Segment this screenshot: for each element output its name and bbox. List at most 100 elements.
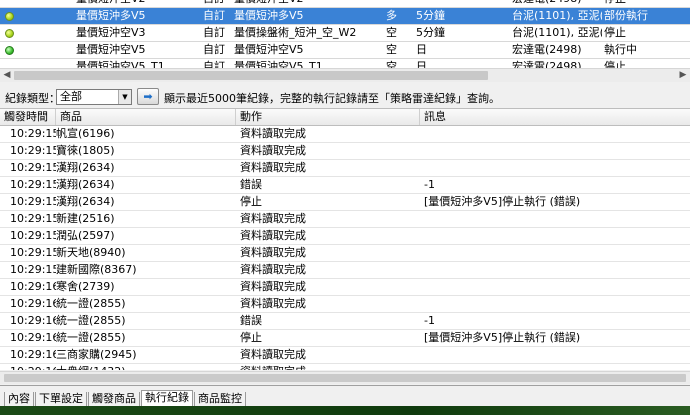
tab-0[interactable]: 內容 (4, 392, 34, 407)
log-action: 資料讀取完成 (240, 161, 306, 174)
strategy-name: 量價短沖空V3 (76, 26, 146, 39)
log-row[interactable]: 10:29:15 漢翔(2634) 停止 [量價短沖多V5]停止執行 (錯誤) (0, 194, 690, 211)
log-table-hscrollbar[interactable] (0, 371, 690, 384)
strategy-state: 部份執行 (604, 9, 648, 22)
execution-log-table: 觸發時間 商品 動作 訊息 10:29:15 帆宣(6196) 資料讀取完成 10:2… (0, 108, 690, 370)
column-header-message[interactable]: 訊息 (420, 109, 690, 125)
scroll-left-icon[interactable]: ◀ (0, 69, 14, 83)
strategy-script: 量價短沖多V5 (234, 9, 304, 22)
log-row[interactable]: 10:29:15 新建(2516) 資料讀取完成 (0, 211, 690, 228)
apply-filter-button[interactable]: ➡ (137, 88, 159, 105)
scrollbar-thumb[interactable] (4, 374, 686, 382)
log-product: 寒舍(2739) (56, 280, 115, 293)
strategy-table-hscrollbar[interactable]: ◀ ▶ (0, 68, 690, 82)
log-action: 資料讀取完成 (240, 246, 306, 259)
tab-2[interactable]: 觸發商品 (88, 392, 140, 407)
log-product: 帆宣(6196) (56, 127, 115, 140)
strategy-name: 量價短沖多V5 (76, 9, 146, 22)
log-row[interactable]: 10:29:16 統一證(2855) 停止 [量價短沖多V5]停止執行 (錯誤) (0, 330, 690, 347)
log-time: 10:29:15 (10, 246, 56, 259)
log-product: 統一證(2855) (56, 297, 126, 310)
log-row[interactable]: 10:29:15 新天地(8940) 資料讀取完成 (0, 245, 690, 262)
scrollbar-thumb[interactable] (14, 71, 488, 80)
column-header-action[interactable]: 動作 (236, 109, 420, 125)
log-row[interactable]: 10:29:15 潤弘(2597) 資料讀取完成 (0, 228, 690, 245)
strategy-direction: 空 (386, 60, 397, 68)
log-action: 資料讀取完成 (240, 212, 306, 225)
log-row[interactable]: 10:29:16 三商家購(2945) 資料讀取完成 (0, 347, 690, 364)
log-time: 10:29:16 (10, 348, 56, 361)
scroll-right-icon[interactable]: ▶ (676, 69, 690, 83)
log-row[interactable]: 10:29:15 寶徠(1805) 資料讀取完成 (0, 143, 690, 160)
log-action: 資料讀取完成 (240, 263, 306, 276)
log-product: 統一證(2855) (56, 331, 126, 344)
arrow-right-icon: ➡ (143, 90, 153, 103)
filter-label: 紀錄類型： (5, 92, 60, 105)
strategy-product: 宏達電(2498) (512, 43, 582, 56)
log-row[interactable]: 10:29:15 帆宣(6196) 資料讀取完成 (0, 126, 690, 143)
strategy-script: 量價短沖空V5 (234, 43, 304, 56)
status-light-icon (5, 46, 14, 55)
log-product: 三商家購(2945) (56, 348, 137, 361)
log-time: 10:29:16 (10, 314, 56, 327)
log-type-select-value: 全部 (60, 90, 82, 103)
log-time: 10:29:15 (10, 195, 56, 208)
log-time: 10:29:15 (10, 229, 56, 242)
log-product: 寶徠(1805) (56, 144, 115, 157)
log-action: 資料讀取完成 (240, 348, 306, 361)
tab-1[interactable]: 下單設定 (35, 392, 87, 407)
strategy-state: 停止 (604, 60, 626, 68)
chevron-down-icon[interactable]: ▼ (118, 90, 131, 104)
tab-3[interactable]: 執行紀錄 (141, 390, 193, 407)
log-row[interactable]: 10:29:16大衆網(1432) 資料讀取完成 (0, 364, 690, 370)
strategy-name: 量價短沖空V2 (76, 0, 200, 7)
log-row[interactable]: 10:29:16 寒舍(2739) 資料讀取完成 (0, 279, 690, 296)
bottom-tab-bar: 內容 下單設定 觸發商品 執行紀錄 商品監控 (0, 385, 690, 407)
log-row[interactable]: 10:29:16 統一證(2855) 錯誤 -1 (0, 313, 690, 330)
strategy-table: 量價短沖空V2自訂量價短沖空V2宏達電(2498)停止量價短沖多V5自訂量價短沖… (0, 0, 690, 68)
strategy-state: 停止 (604, 0, 690, 7)
strategy-type: 自訂 (203, 60, 225, 68)
log-action: 資料讀取完成 (240, 364, 420, 370)
column-header-time[interactable]: 觸發時間 (0, 109, 56, 125)
column-header-product[interactable]: 商品 (56, 109, 236, 125)
strategy-row[interactable]: 量價短沖多V5自訂量價短沖多V5多5分鐘台泥(1101), 亞泥(1...部份執… (0, 8, 690, 25)
log-action: 資料讀取完成 (240, 127, 306, 140)
strategy-state: 執行中 (604, 43, 637, 56)
log-notice: 顯示最近5000筆紀錄，完整的執行記錄請至「策略雷達紀錄」查詢。 (164, 92, 500, 105)
log-action: 錯誤 (240, 314, 262, 327)
strategy-script: 量價短沖空V5_T1 (234, 60, 323, 68)
log-row[interactable]: 10:29:16 統一證(2855) 資料讀取完成 (0, 296, 690, 313)
log-action: 錯誤 (240, 178, 262, 191)
strategy-period: 日 (416, 43, 427, 56)
log-time: 10:29:15 (10, 161, 56, 174)
strategy-product: 宏達電(2498) (512, 60, 582, 68)
log-row[interactable]: 10:29:15 漢翔(2634) 錯誤 -1 (0, 177, 690, 194)
log-table-header: 觸發時間 商品 動作 訊息 (0, 109, 690, 126)
strategy-product: 宏達電(2498) (512, 0, 602, 7)
log-type-select[interactable]: 全部 ▼ (56, 89, 132, 105)
strategy-row[interactable]: 量價短沖空V2自訂量價短沖空V2 宏達電(2498)停止 (0, 0, 690, 8)
log-row[interactable]: 10:29:15 建新國際(8367) 資料讀取完成 (0, 262, 690, 279)
log-time: 10:29:15 (10, 178, 56, 191)
strategy-script: 量價操盤術_短沖_空_W2 (234, 26, 357, 39)
log-filter-toolbar: 紀錄類型： 全部 ▼ ➡ 顯示最近5000筆紀錄，完整的執行記錄請至「策略雷達紀… (0, 84, 690, 108)
strategy-row[interactable]: 量價短沖空V5 自訂 量價短沖空V5 空日宏達電(2498) 執行中 (0, 42, 690, 59)
strategy-row[interactable]: 量價短沖空V3 自訂量價操盤術_短沖_空_W2 空 5分鐘 台泥(1101), 亞泥(1… (0, 25, 690, 42)
log-message: [量價短沖多V5]停止執行 (錯誤) (424, 331, 581, 344)
tab-4[interactable]: 商品監控 (194, 392, 246, 407)
log-action: 資料讀取完成 (240, 280, 306, 293)
log-product: 新建(2516) (56, 212, 115, 225)
log-action: 資料讀取完成 (240, 229, 306, 242)
log-product: 漢翔(2634) (56, 195, 115, 208)
strategy-product: 台泥(1101), 亞泥(1... (512, 26, 602, 39)
log-action: 資料讀取完成 (240, 144, 306, 157)
log-row[interactable]: 10:29:15 漢翔(2634) 資料讀取完成 (0, 160, 690, 177)
strategy-type: 自訂 (203, 26, 225, 39)
strategy-name: 量價短沖空V5 (76, 43, 146, 56)
log-product: 潤弘(2597) (56, 229, 115, 242)
status-light-icon (5, 29, 14, 38)
strategy-direction: 多 (386, 9, 397, 22)
strategy-name: 量價短沖空V5_T1 (76, 60, 165, 68)
strategy-row[interactable]: 量價短沖空V5_T1 自訂 量價短沖空V5_T1 空 日 宏達電(2498) 停止 (0, 59, 690, 68)
